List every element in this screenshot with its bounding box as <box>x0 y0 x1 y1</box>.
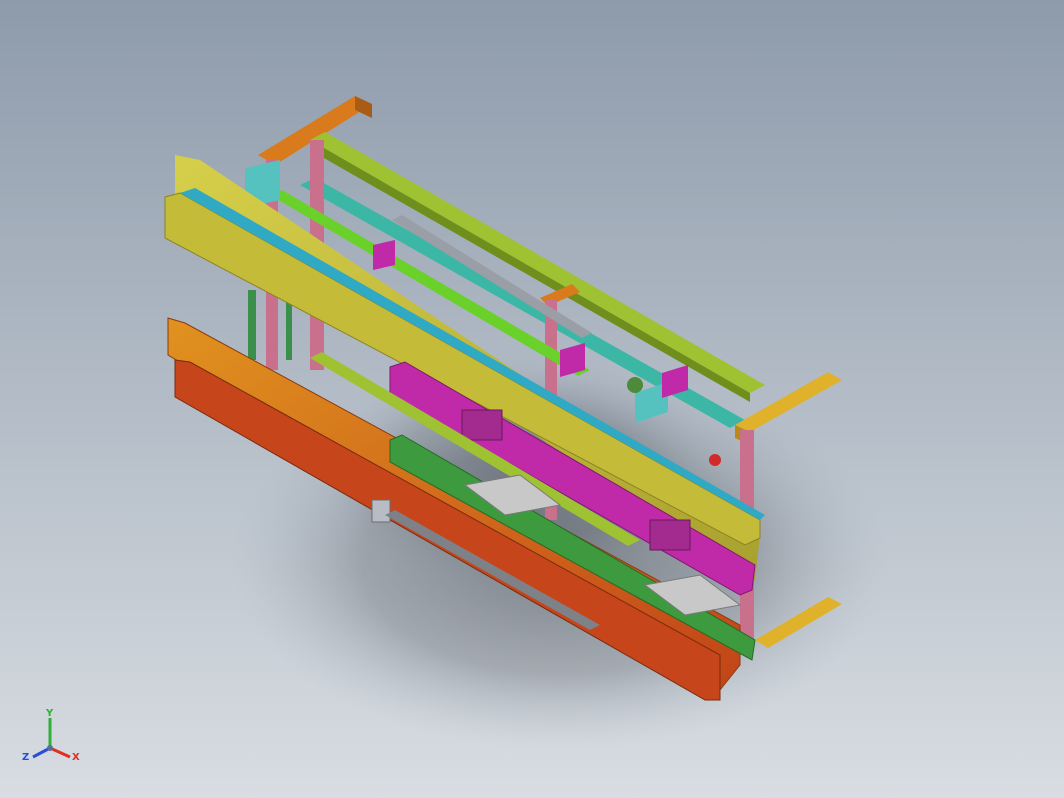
triad-y-label: Y <box>45 708 54 719</box>
cylinder-left <box>248 290 256 360</box>
view-orientation-triad[interactable]: Y X Z <box>22 708 80 763</box>
red-indicator-icon <box>709 454 721 466</box>
magenta-window-1 <box>461 409 503 441</box>
triad-x-axis <box>49 746 71 759</box>
triad-origin <box>47 745 53 751</box>
magenta-clamp-1 <box>373 240 395 270</box>
model-scene[interactable]: Y X Z <box>0 0 1064 798</box>
graphics-viewport[interactable]: Y X Z <box>0 0 1064 798</box>
bracket-under-1 <box>371 499 391 523</box>
triad-x-label: X <box>72 752 80 763</box>
triad-z-label: Z <box>22 752 29 763</box>
top-crossbar-back-end <box>355 96 372 118</box>
motor-icon <box>627 377 643 393</box>
magenta-window-2 <box>649 519 691 551</box>
